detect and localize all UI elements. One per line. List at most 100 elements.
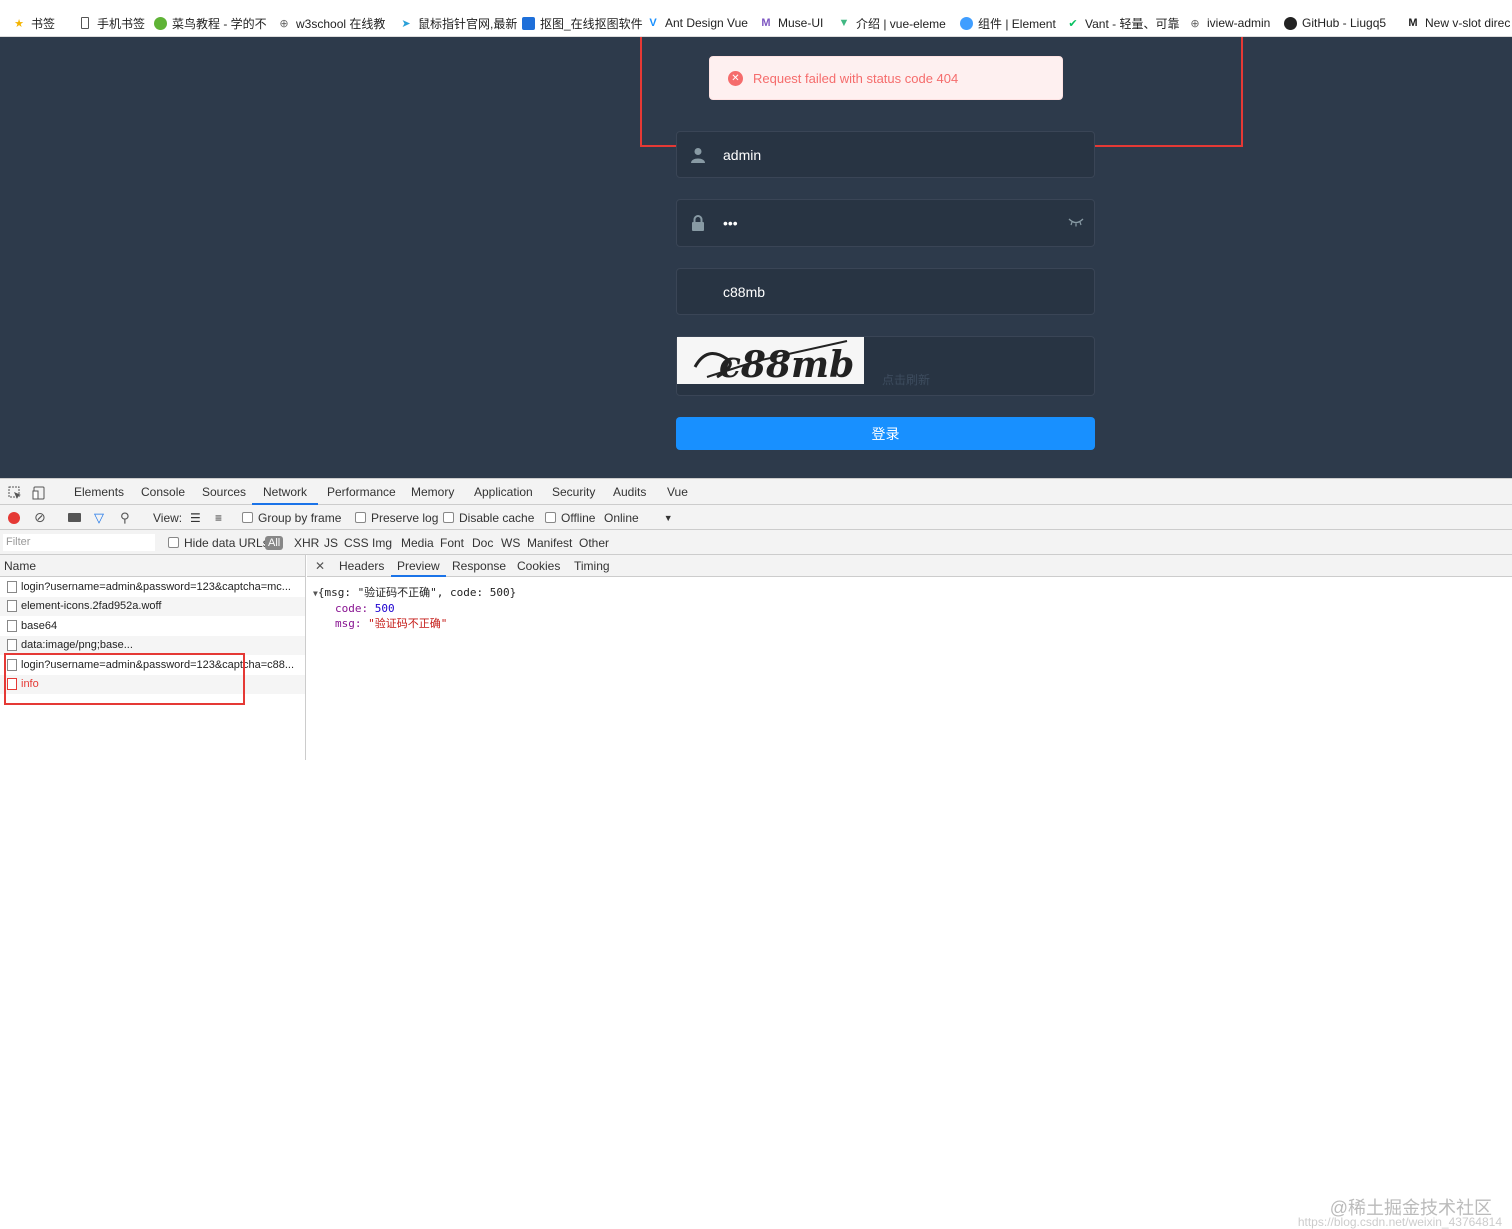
- github-icon: [1283, 16, 1297, 30]
- tab-console[interactable]: Console: [141, 479, 185, 505]
- bookmark-item[interactable]: GitHub - Liugq5: [1283, 14, 1386, 32]
- request-row[interactable]: login?username=admin&password=123&captch…: [0, 577, 305, 597]
- bookmark-item[interactable]: ★ 书签: [12, 14, 55, 32]
- document-icon: [7, 639, 17, 652]
- antd-icon: V: [649, 17, 657, 29]
- bookmark-item[interactable]: ⊕ w3school 在线教: [277, 14, 385, 32]
- bookmark-item[interactable]: M Muse-UI: [759, 14, 823, 32]
- request-row[interactable]: base64: [0, 616, 305, 636]
- overview-button[interactable]: ≡: [215, 505, 222, 530]
- tab-timing[interactable]: Timing: [574, 555, 610, 577]
- name-column-header[interactable]: Name: [0, 555, 305, 577]
- tab-cookies[interactable]: Cookies: [517, 555, 560, 577]
- checkbox-icon: [443, 512, 454, 523]
- bookmark-item[interactable]: ▼ 介绍 | vue-eleme: [837, 14, 946, 32]
- inspect-icon[interactable]: [8, 483, 22, 499]
- tab-headers[interactable]: Headers: [339, 555, 384, 577]
- request-detail: ✕ Headers Preview Response Cookies Timin…: [307, 555, 1512, 760]
- capture-screenshots-button[interactable]: [68, 505, 81, 530]
- tab-elements[interactable]: Elements: [74, 479, 124, 505]
- group-by-frame-checkbox[interactable]: Group by frame: [242, 505, 341, 530]
- login-button[interactable]: 登录: [676, 417, 1095, 450]
- watermark-url: https://blog.csdn.net/weixin_43764814: [1297, 1215, 1502, 1229]
- filter-input[interactable]: Filter: [3, 534, 155, 551]
- tab-security[interactable]: Security: [552, 479, 595, 505]
- tab-vue[interactable]: Vue: [667, 479, 688, 505]
- captcha-value: c88mb: [723, 283, 766, 300]
- tab-network[interactable]: Network: [252, 479, 319, 505]
- filter-other[interactable]: Other: [579, 530, 609, 555]
- medium-icon: M: [1408, 17, 1418, 29]
- eye-closed-icon[interactable]: [1068, 216, 1084, 230]
- tab-audits[interactable]: Audits: [613, 479, 646, 505]
- bookmark-item[interactable]: M New v-slot direc: [1406, 14, 1510, 32]
- bookmark-item[interactable]: 抠图_在线抠图软件: [521, 14, 643, 32]
- filter-manifest[interactable]: Manifest: [527, 530, 572, 555]
- muse-icon: M: [761, 17, 771, 29]
- disable-cache-checkbox[interactable]: Disable cache: [443, 505, 534, 530]
- json-msg-line: msg: "验证码不正确": [335, 617, 448, 630]
- json-code-line: code: 500: [335, 602, 395, 615]
- detail-tabbar: ✕ Headers Preview Response Cookies Timin…: [307, 555, 1512, 577]
- globe-icon: ⊕: [1190, 17, 1200, 30]
- lock-icon: [691, 215, 705, 231]
- filter-css[interactable]: CSS: [344, 530, 369, 555]
- preserve-log-checkbox[interactable]: Preserve log: [355, 505, 438, 530]
- bookmark-item[interactable]: ➤ 鼠标指针官网,最新: [399, 14, 517, 32]
- bookmark-item[interactable]: ⊕ iview-admin: [1188, 14, 1270, 32]
- filter-toggle-button[interactable]: ▽: [94, 505, 104, 530]
- waterfall-icon: ≡: [215, 510, 223, 525]
- clear-icon: ⊘: [34, 509, 46, 525]
- device-toolbar-icon[interactable]: [32, 483, 46, 500]
- clear-button[interactable]: ⊘: [34, 505, 46, 530]
- tab-preview[interactable]: Preview: [391, 555, 446, 577]
- request-list: Name login?username=admin&password=123&c…: [0, 555, 306, 760]
- tab-response[interactable]: Response: [452, 555, 506, 577]
- filter-img[interactable]: Img: [372, 530, 392, 555]
- json-summary-line[interactable]: ▼{msg: "验证码不正确", code: 500}: [313, 585, 516, 601]
- filter-doc[interactable]: Doc: [472, 530, 493, 555]
- record-button[interactable]: [8, 505, 20, 530]
- filter-font[interactable]: Font: [440, 530, 464, 555]
- vant-icon: ✔: [1068, 17, 1078, 30]
- large-rows-button[interactable]: ☰: [190, 505, 201, 530]
- captcha-image[interactable]: c88mb: [677, 337, 864, 384]
- hide-data-urls-checkbox[interactable]: Hide data URLs: [168, 530, 269, 555]
- view-label: View:: [153, 510, 183, 525]
- vue-icon: ▼: [838, 17, 850, 29]
- tab-sources[interactable]: Sources: [202, 479, 246, 505]
- filter-xhr[interactable]: XHR: [294, 530, 319, 555]
- tab-application[interactable]: Application: [474, 479, 533, 505]
- username-field[interactable]: admin: [676, 131, 1095, 178]
- checkbox-icon: [545, 512, 556, 523]
- tab-performance[interactable]: Performance: [327, 479, 396, 505]
- bookmark-item[interactable]: 组件 | Element: [959, 14, 1056, 32]
- bookmark-item[interactable]: 菜鸟教程 - 学的不: [153, 14, 267, 32]
- captcha-input[interactable]: c88mb: [676, 268, 1095, 315]
- filter-bar: Filter Hide data URLs All XHR JS CSS Img…: [0, 530, 1512, 555]
- captcha-refresh-hint[interactable]: 点击刷新: [882, 371, 930, 388]
- filter-media[interactable]: Media: [401, 530, 434, 555]
- filter-js[interactable]: JS: [324, 530, 338, 555]
- chevron-down-icon: ▼: [663, 512, 673, 523]
- app-icon: [521, 16, 535, 30]
- record-icon: [8, 511, 20, 524]
- search-button[interactable]: ⚲: [120, 505, 130, 530]
- checkbox-icon: [168, 537, 179, 548]
- close-icon[interactable]: ✕: [315, 555, 325, 577]
- funnel-icon: ▽: [94, 509, 104, 525]
- network-toolbar: ⊘ ▽ ⚲ View: ☰ ≡ Group by frame Preserve …: [0, 505, 1512, 530]
- bookmark-item[interactable]: V Ant Design Vue: [646, 14, 748, 32]
- bookmark-item[interactable]: 手机书签: [78, 14, 145, 32]
- password-value: •••: [723, 215, 738, 231]
- offline-checkbox[interactable]: Offline: [545, 505, 595, 530]
- tab-memory[interactable]: Memory: [411, 479, 454, 505]
- filter-all[interactable]: All: [265, 530, 284, 555]
- request-row[interactable]: element-icons.2fad952a.woff: [0, 596, 305, 616]
- filter-ws[interactable]: WS: [501, 530, 520, 555]
- bookmark-item[interactable]: ✔ Vant - 轻量、可靠: [1066, 14, 1179, 32]
- document-icon: [7, 580, 17, 593]
- cursor-icon: ➤: [401, 17, 411, 30]
- throttle-select[interactable]: Online ▼: [604, 505, 673, 530]
- password-field[interactable]: •••: [676, 199, 1095, 247]
